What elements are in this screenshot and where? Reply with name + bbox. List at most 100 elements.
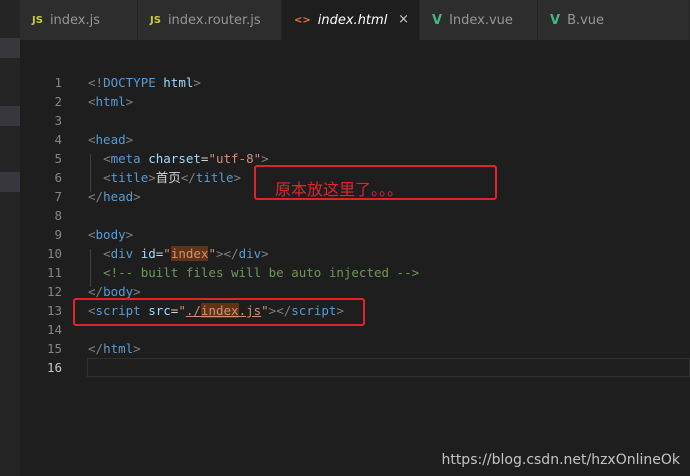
code-line: </html> xyxy=(88,339,141,358)
tab-label: index.router.js xyxy=(167,12,261,28)
token: > xyxy=(215,246,224,261)
token: 首页 xyxy=(155,170,181,185)
token: title xyxy=(195,170,234,185)
code-line: <!DOCTYPE html> xyxy=(88,73,201,92)
token: > xyxy=(261,151,269,166)
token: > xyxy=(125,227,134,242)
vue-file-icon: V xyxy=(550,12,561,28)
code-editor[interactable]: 1 2 3 4 5 6 7 8 9 10 11 12 13 14 15 16 <… xyxy=(20,40,690,476)
activity-item[interactable] xyxy=(0,172,20,192)
token: DOCTYPE xyxy=(103,75,156,90)
code-line: <body> xyxy=(88,225,133,244)
close-icon[interactable]: × xyxy=(398,12,409,27)
token: html xyxy=(155,75,194,90)
token: </ xyxy=(88,284,104,299)
line-number: 1 xyxy=(54,75,62,90)
token: > xyxy=(261,246,269,261)
token: html xyxy=(103,341,134,356)
line-number: 11 xyxy=(46,265,62,280)
code-line: <head> xyxy=(88,130,133,149)
tab-index-js[interactable]: JS index.js xyxy=(20,0,138,40)
token: < xyxy=(88,94,96,109)
tab-index-vue[interactable]: V Index.vue xyxy=(420,0,538,40)
line-number: 5 xyxy=(54,151,62,166)
token: </ xyxy=(223,246,239,261)
line-number: 3 xyxy=(54,113,62,128)
code-line: <div id="index"></div> xyxy=(88,244,269,263)
line-number: 4 xyxy=(54,132,62,147)
token: body xyxy=(95,227,126,242)
line-number: 9 xyxy=(54,227,62,242)
token: charset xyxy=(140,151,201,166)
token: div xyxy=(110,246,134,261)
token: </ xyxy=(180,170,196,185)
token: < xyxy=(88,132,96,147)
line-number: 15 xyxy=(46,341,62,356)
token: < xyxy=(88,227,96,242)
token: div xyxy=(238,246,262,261)
token: id xyxy=(133,246,156,261)
script-highlight-box xyxy=(73,298,365,326)
line-number: 12 xyxy=(46,284,62,299)
line-number: 6 xyxy=(54,170,62,185)
tab-label: B.vue xyxy=(567,12,605,28)
current-line-highlight xyxy=(87,358,690,377)
activity-item[interactable] xyxy=(0,38,20,58)
token: "utf-8" xyxy=(208,151,262,166)
watermark: https://blog.csdn.net/hzxOnlineOk xyxy=(441,452,680,468)
js-file-icon: JS xyxy=(150,14,161,26)
token: > xyxy=(133,189,141,204)
tab-b-vue[interactable]: V B.vue xyxy=(538,0,690,40)
code-line: </head> xyxy=(88,187,141,206)
line-number: 8 xyxy=(54,208,62,223)
token: < xyxy=(103,151,111,166)
tab-index-html[interactable]: <> index.html × xyxy=(282,0,420,40)
token: head xyxy=(95,132,126,147)
token: > xyxy=(125,132,134,147)
token: < xyxy=(103,170,111,185)
tab-label: index.js xyxy=(49,12,101,28)
token: " xyxy=(163,246,171,261)
token: < xyxy=(103,246,111,261)
token: head xyxy=(103,189,134,204)
token: " xyxy=(208,246,216,261)
token: </ xyxy=(88,189,104,204)
line-number: 10 xyxy=(46,246,62,261)
vue-file-icon: V xyxy=(432,12,443,28)
token: meta xyxy=(110,151,141,166)
tab-label: index.html xyxy=(317,12,388,28)
token: > xyxy=(133,341,141,356)
token: > xyxy=(133,284,141,299)
js-file-icon: JS xyxy=(32,14,43,26)
editor-tab-bar: JS index.js JS index.router.js <> index.… xyxy=(20,0,690,40)
token: html xyxy=(95,94,126,109)
line-number: 13 xyxy=(46,303,62,318)
token: index xyxy=(170,246,209,261)
token: > xyxy=(125,94,134,109)
token: </ xyxy=(88,341,104,356)
activity-strip xyxy=(0,0,20,476)
token: > xyxy=(233,170,242,185)
code-line: <title>首页</title> xyxy=(88,168,241,187)
activity-item[interactable] xyxy=(0,106,20,126)
html-file-icon: <> xyxy=(294,14,311,26)
tab-index-router-js[interactable]: JS index.router.js xyxy=(138,0,282,40)
token: title xyxy=(110,170,149,185)
line-number: 2 xyxy=(54,94,62,109)
tab-label: Index.vue xyxy=(449,12,513,28)
token: > xyxy=(193,75,201,90)
comment: <!-- built files will be auto injected -… xyxy=(103,265,420,280)
code-line: <meta charset="utf-8"> xyxy=(88,149,269,168)
line-number: 14 xyxy=(46,322,62,337)
line-number: 16 xyxy=(46,360,62,375)
line-number: 7 xyxy=(54,189,62,204)
code-line: <html> xyxy=(88,92,133,111)
token: > xyxy=(148,170,156,185)
token: <! xyxy=(88,75,104,90)
annotation-text: 原本放这里了。。。 xyxy=(275,180,404,199)
token: body xyxy=(103,284,134,299)
